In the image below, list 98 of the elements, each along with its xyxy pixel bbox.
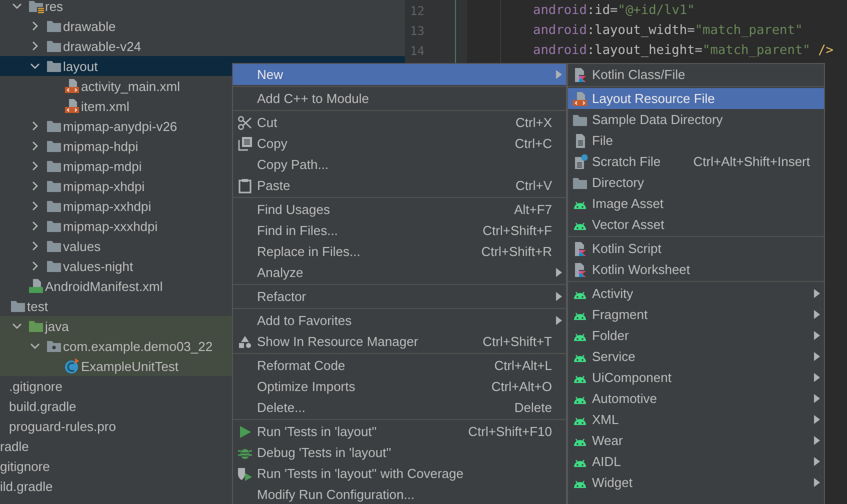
shortcut-label: Ctrl+Alt+L [494,358,552,373]
menu-item[interactable]: Image Asset [568,193,824,214]
chevron-icon[interactable] [30,41,40,51]
menu-item[interactable]: Vector Asset [568,214,824,235]
folder-icon [46,218,62,234]
menu-item[interactable]: Scratch File Ctrl+Alt+Shift+Insert [568,151,824,172]
folder-icon [46,178,62,194]
kotlin-file-icon [572,66,588,82]
kotlin-file-icon [572,262,588,278]
menu-item[interactable]: Fragment [568,304,824,325]
menu-item[interactable]: AIDL [568,451,824,472]
code-line: android:layout_height="match_parent" /> [532,42,835,60]
code-line: android:layout_width="match_parent" [532,22,804,40]
shortcut-label: Ctrl+X [516,115,552,130]
menu-item[interactable]: Replace in Files... Ctrl+Shift+R [233,241,566,262]
shortcut-label: Ctrl+Shift+F [482,223,552,238]
chevron-icon[interactable] [12,321,22,331]
shortcut-label: Ctrl+C [514,136,552,151]
menu-item[interactable]: Layout Resource File [568,88,824,109]
layout-file-icon [572,90,588,106]
chevron-icon[interactable] [30,201,40,211]
menu-item[interactable]: Folder [568,325,824,346]
tree-item[interactable]: drawable [0,16,405,36]
chevron-icon[interactable] [30,141,40,151]
menu-item[interactable]: Run 'Tests in 'layout'' with Coverage [233,463,566,484]
shortcut-label: Ctrl+V [516,178,552,193]
chevron-icon[interactable] [30,161,40,171]
menu-item[interactable]: Run 'Tests in 'layout'' Ctrl+Shift+F10 [233,421,566,442]
menu-item[interactable]: Paste Ctrl+V [233,175,566,196]
shortcut-label: Ctrl+Shift+T [482,334,552,349]
tree-item[interactable]: drawable-v24 [0,36,405,56]
shortcut-label: Ctrl+Alt+O [491,379,552,394]
menu-item[interactable]: Wear [568,430,824,451]
shortcut-label: Delete [514,400,552,415]
chevron-icon[interactable] [30,21,40,31]
shortcut-label: Alt+F7 [514,202,552,217]
code-line: android:id="@+id/lv1" [532,2,696,20]
shapes-icon [237,334,253,350]
menu-item[interactable]: Kotlin Script [568,238,824,259]
chevron-icon[interactable] [30,61,40,71]
play-icon [237,424,253,440]
package-folder-icon [46,338,62,354]
chevron-icon[interactable] [30,221,40,231]
scissors-icon [237,114,253,130]
menu-item[interactable]: Automotive [568,388,824,409]
menu-item[interactable]: XML [568,409,824,430]
menu-item[interactable]: Refactor [233,286,566,307]
menu-item[interactable]: Copy Ctrl+C [233,133,566,154]
shield-play-icon [237,466,253,482]
folder-icon [46,18,62,34]
clipboard-icon [237,178,253,194]
folder-icon [10,298,26,314]
menu-item[interactable]: Widget [568,472,824,493]
layout-file-icon [64,78,80,94]
menu-item[interactable]: Modify Run Configuration... [233,484,566,504]
shortcut-label: Ctrl+Shift+R [481,244,552,259]
menu-item[interactable]: Debug 'Tests in 'layout'' [233,442,566,463]
chevron-icon[interactable] [30,121,40,131]
folder-icon [46,118,62,134]
folder-icon [46,158,62,174]
folder-icon [46,258,62,274]
folder-icon [28,318,44,334]
layout-file-icon [64,98,80,114]
menu-item[interactable]: Add C++ to Module [233,88,566,109]
menu-item[interactable]: Directory [568,172,824,193]
folder-icon [46,138,62,154]
menu-item[interactable]: Service [568,346,824,367]
menu-item[interactable]: Cut Ctrl+X [233,112,566,133]
scratch-file-icon [572,154,588,170]
class-icon [64,358,80,374]
shortcut-label: Ctrl+Shift+F10 [468,424,552,439]
chevron-icon[interactable] [30,181,40,191]
folder-icon [46,238,62,254]
menu-item[interactable]: Find in Files... Ctrl+Shift+F [233,220,566,241]
tree-item[interactable]: res [0,0,405,16]
menu-item[interactable]: Delete... Delete [233,397,566,418]
copy-icon [237,136,253,152]
folder-icon [46,198,62,214]
menu-item[interactable]: Find Usages Alt+F7 [233,199,566,220]
menu-item[interactable]: Kotlin Worksheet [568,259,824,280]
menu-item[interactable]: UiComponent [568,367,824,388]
menu-item[interactable]: Copy Path... [233,154,566,175]
manifest-file-icon [28,278,44,294]
menu-item[interactable]: New [233,64,566,85]
chevron-icon[interactable] [30,241,40,251]
folder-icon [46,58,62,74]
shortcut-label: Ctrl+Alt+Shift+Insert [693,154,810,169]
menu-item[interactable]: Kotlin Class/File [568,64,824,85]
chevron-icon[interactable] [30,261,40,271]
kotlin-file-icon [572,240,588,256]
menu-item[interactable]: Optimize Imports Ctrl+Alt+O [233,376,566,397]
menu-item[interactable]: Activity [568,283,824,304]
folder-icon [46,38,62,54]
menu-item[interactable]: Sample Data Directory [568,109,824,130]
menu-item[interactable]: File [568,130,824,151]
chevron-icon[interactable] [12,1,22,11]
menu-item[interactable]: Analyze [233,262,566,283]
chevron-icon[interactable] [30,341,40,351]
